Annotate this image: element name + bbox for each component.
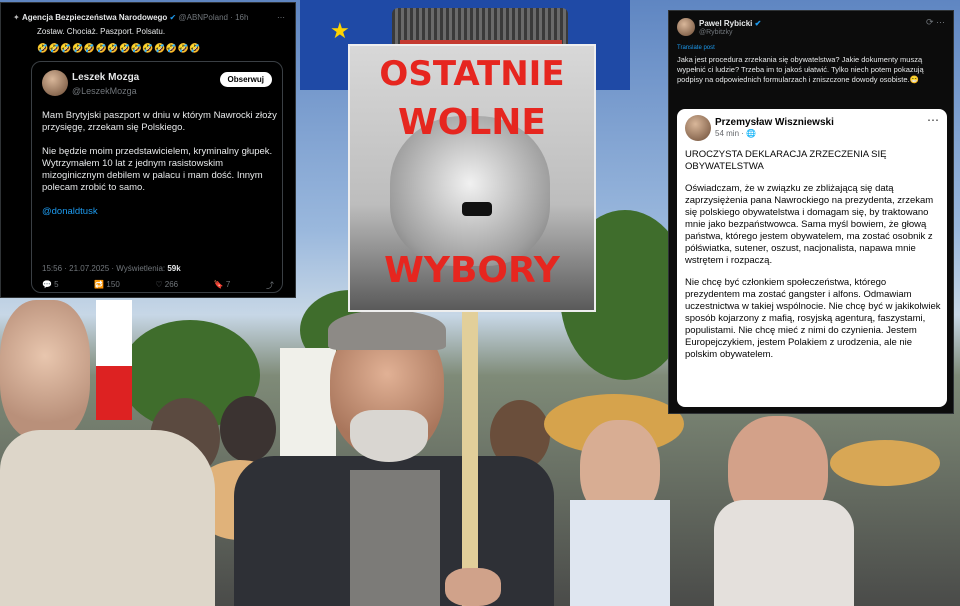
straw-hat: [830, 440, 940, 486]
post-time: 54 min · 🌐: [715, 129, 757, 138]
account-name[interactable]: Pawel Rybicki ✔: [699, 19, 761, 28]
quote-author-name[interactable]: Leszek Mozga: [72, 72, 139, 83]
avatar[interactable]: [42, 70, 68, 96]
polish-flag: [96, 300, 132, 420]
protester-hair: [328, 310, 446, 350]
reply-button[interactable]: 💬 5: [42, 280, 59, 291]
crowd-person-left: [0, 300, 90, 440]
emoji-row: 🤣🤣🤣🤣🤣🤣🤣🤣🤣🤣🤣🤣🤣🤣: [37, 43, 201, 53]
protester-hand: [445, 568, 501, 606]
mention-link[interactable]: @donaldtusk: [42, 206, 277, 218]
sign-line-1: OSTATNIE: [379, 54, 565, 94]
share-button[interactable]: ⤴: [266, 280, 274, 291]
quote-paragraph: Nie będzie moim przedstawicielem, krymin…: [42, 146, 273, 193]
quote-time: 15:56 · 21.07.2025 · Wyświetlenia:: [42, 264, 166, 273]
follow-button[interactable]: Obserwuj: [219, 72, 272, 87]
crowd-person-shirt: [570, 500, 670, 606]
post-paragraph: Nie chcę być członkiem społeczeństwa, kt…: [685, 277, 941, 360]
facebook-post-card: Przemysław Wiszniewski 54 min · 🌐 ⋯ UROC…: [677, 109, 947, 407]
more-icon[interactable]: ⟳ ⋯: [926, 17, 945, 28]
sign-line-2: WOLNE: [398, 102, 546, 143]
translate-link[interactable]: Translate post: [677, 45, 715, 51]
quote-author-handle: @LeszekMozga: [72, 86, 137, 96]
post-paragraph: Oświadczam, że w związku ze zbliżającą s…: [685, 183, 934, 266]
protest-sign: OSTATNIE WOLNE WYBORY: [348, 44, 596, 312]
more-icon: ⋯: [927, 113, 939, 127]
post-author: Przemysław Wiszniewski: [715, 117, 834, 128]
moustache-icon: [462, 202, 492, 216]
quote-body: Mam Brytyjski paszport w dniu w którym N…: [42, 110, 277, 230]
more-icon[interactable]: ⋯: [277, 13, 285, 22]
protest-poster: [280, 348, 336, 458]
crowd-person-shirt: [0, 430, 215, 606]
verified-icon: ✔: [754, 19, 762, 28]
like-button[interactable]: ♡ 266: [155, 280, 178, 291]
tweet-card-left: ✦ Agencja Bezpieczeństwa Narodowego ✔ @A…: [0, 2, 296, 298]
flag-star-icon: ★: [330, 18, 350, 43]
tweet-header: ✦ Agencja Bezpieczeństwa Narodowego ✔ @A…: [13, 13, 285, 27]
bookmark-button[interactable]: 🔖 7: [214, 280, 231, 291]
post-body: UROCZYSTA DEKLARACJA ZRZECZENIA SIĘ OBYW…: [685, 149, 943, 371]
tweet-card-right: Pawel Rybicki ✔ @Rybitzky ⟳ ⋯ Translate …: [668, 10, 954, 414]
verified-icon: ✔: [169, 13, 177, 22]
post-paragraph: UROCZYSTA DEKLARACJA ZRZECZENIA SIĘ OBYW…: [685, 149, 887, 172]
account-handle: @ABNPoland · 16h: [178, 13, 249, 22]
account-handle: @Rybitzky: [699, 29, 733, 36]
crowd-person: [220, 396, 276, 462]
quoted-tweet[interactable]: Leszek Mozga @LeszekMozga Obserwuj Mam B…: [31, 61, 283, 293]
avatar: [685, 115, 711, 141]
quote-paragraph: Mam Brytyjski paszport w dniu w którym N…: [42, 110, 277, 133]
protester-beard: [350, 410, 428, 462]
sign-line-3: WYBORY: [384, 250, 560, 291]
tweet-text: Zostaw. Chociaż. Paszport. Polsatu.: [37, 27, 166, 36]
eagle-icon: ✦: [13, 13, 20, 22]
protester-shirt: [350, 470, 440, 606]
avatar[interactable]: [677, 18, 695, 36]
retweet-button[interactable]: 🔁 150: [94, 280, 120, 291]
account-name[interactable]: Agencja Bezpieczeństwa Narodowego: [22, 13, 167, 22]
tweet-text: Jaka jest procedura zrzekania się obywat…: [677, 55, 924, 84]
crowd-person-shirt: [714, 500, 854, 606]
sign-stick: [462, 300, 478, 606]
action-bar: 💬 5 🔁 150 ♡ 266 🔖 7 ⤴: [42, 280, 274, 291]
quote-meta: 15:56 · 21.07.2025 · Wyświetlenia: 59k: [42, 264, 181, 273]
quote-views: 59k: [167, 264, 181, 273]
